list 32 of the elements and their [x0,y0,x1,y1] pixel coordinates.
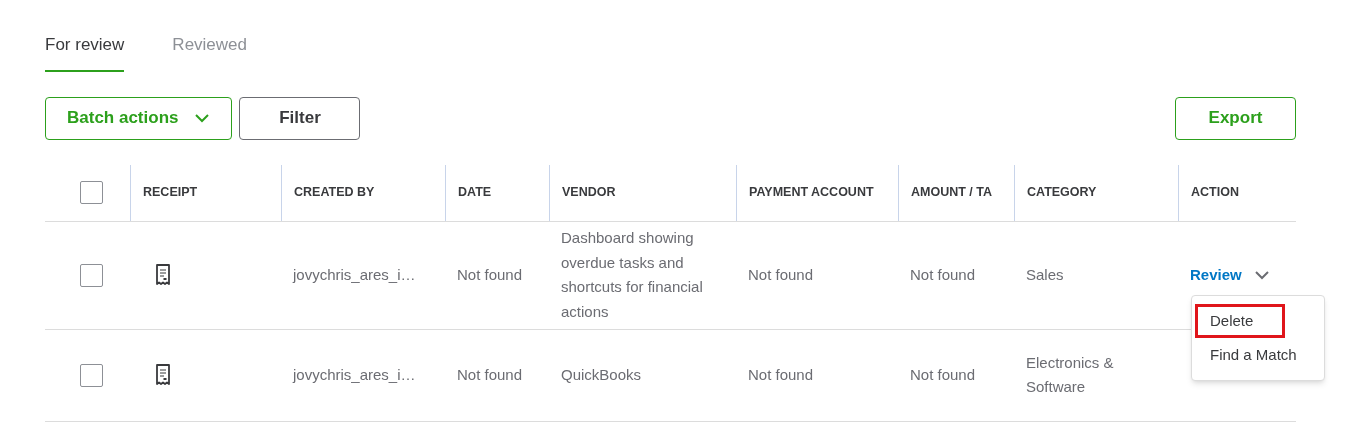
column-header: ACTION [1191,184,1239,202]
column-header: CREATED BY [294,184,375,202]
table-cell-text: Not found [910,364,976,385]
checkbox[interactable] [80,181,103,204]
menu-item[interactable]: Find a Match [1195,338,1324,372]
chevron-down-icon [194,113,211,123]
column-header: AMOUNT / TA [911,184,992,202]
column-header: DATE [458,184,492,202]
filter-button[interactable]: Filter [239,96,361,140]
column-header: PAYMENT ACCOUNT [749,184,874,202]
chevron-down-icon [1253,270,1270,280]
column-header: CATEGORY [1027,184,1097,202]
menu-item[interactable]: Delete [1195,304,1285,338]
table-cell-text: QuickBooks [561,364,642,385]
table-cell-text: Dashboard showing overdue tasks and shortcuts for financial actions [561,228,704,322]
table-cell-text: Not found [457,264,523,285]
table-cell-text: jovychris_ares_i… [293,364,416,385]
review-link[interactable]: Review [1190,263,1270,287]
tab[interactable]: For review [45,32,125,72]
checkbox[interactable] [80,363,103,387]
receipt-icon[interactable] [155,264,171,286]
table-cell-text: Not found [748,264,814,285]
table-cell-text: Not found [910,264,976,285]
column-header: VENDOR [562,184,616,202]
receipt-icon[interactable] [155,364,171,386]
table-cell-text: jovychris_ares_i… [293,264,416,285]
table-cell-text: Not found [457,364,523,385]
table-cell-text: Electronics & Software [1026,352,1115,397]
table-cell-text: Not found [748,364,814,385]
checkbox[interactable] [80,263,103,287]
column-header: RECEIPT [143,184,198,202]
table-cell-text: Sales [1026,264,1064,285]
